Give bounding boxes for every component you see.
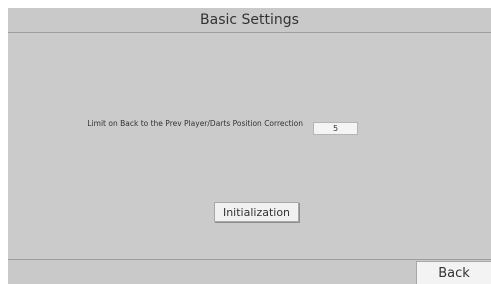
settings-panel: Limit on Back to the Prev Player/Darts P… — [8, 33, 491, 260]
page-title: Basic Settings — [200, 12, 299, 28]
back-button[interactable]: Back — [416, 261, 491, 284]
limit-setting-label: Limit on Back to the Prev Player/Darts P… — [87, 119, 303, 128]
initialization-button[interactable]: Initialization — [214, 202, 299, 222]
settings-window: Basic Settings Limit on Back to the Prev… — [8, 8, 491, 284]
footer-bar: Back — [8, 260, 491, 284]
header-bar: Basic Settings — [8, 8, 491, 33]
limit-setting-input[interactable]: 5 — [313, 122, 358, 135]
